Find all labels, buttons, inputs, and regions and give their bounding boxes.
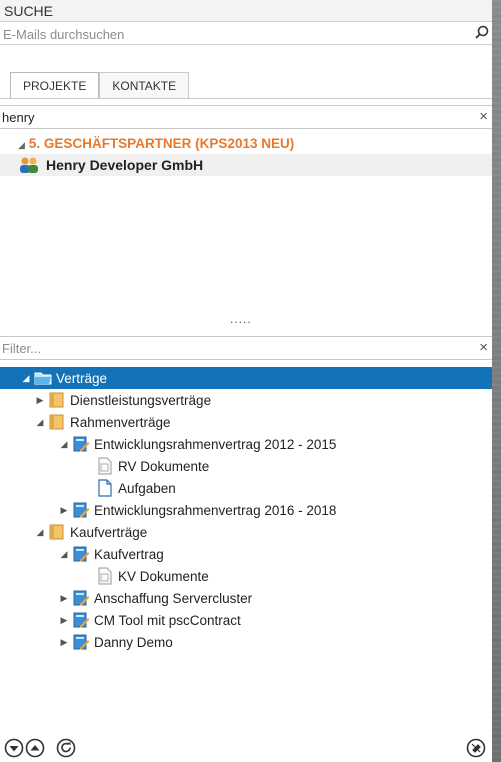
- collapse-arrow-icon[interactable]: ◢: [58, 549, 70, 560]
- contract-icon: [73, 634, 90, 650]
- result-item-label: Henry Developer GmbH: [46, 157, 204, 173]
- expand-arrow-icon[interactable]: ▶: [34, 395, 46, 406]
- tree-item-dienstleistungsvertraege[interactable]: ▶ Dienstleistungsverträge: [34, 389, 211, 411]
- tree-item-rahmenvertraege[interactable]: ◢ Rahmenverträge: [34, 411, 171, 433]
- tree-item-cm-tool[interactable]: ▶ CM Tool mit pscContract: [58, 609, 241, 631]
- tree-item-label: Kaufvertrag: [94, 546, 164, 562]
- tab-kontakte[interactable]: KONTAKTE: [99, 72, 190, 98]
- query-value: henry: [2, 110, 35, 125]
- contract-icon: [73, 546, 90, 562]
- tree-item-anschaffung-servercluster[interactable]: ▶ Anschaffung Servercluster: [58, 587, 252, 609]
- result-category[interactable]: ◢ 5. GESCHÄFTSPARTNER (KPS2013 NEU): [18, 136, 294, 151]
- tree-item-label: Entwicklungsrahmenvertrag 2012 - 2015: [94, 436, 337, 452]
- contract-icon: [73, 436, 90, 452]
- folder-open-icon: [34, 372, 52, 385]
- contract-icon: [73, 590, 90, 606]
- tree-item-label: Danny Demo: [94, 634, 173, 650]
- collapse-arrow-icon[interactable]: ◢: [34, 527, 46, 538]
- splitter-grip[interactable]: .....: [230, 312, 252, 326]
- folder-icon: [49, 524, 64, 540]
- collapse-arrow-icon[interactable]: ◢: [58, 439, 70, 450]
- bottom-toolbar: [0, 735, 492, 762]
- tab-projekte[interactable]: PROJEKTE: [10, 72, 100, 98]
- tree-item-label: Anschaffung Servercluster: [94, 590, 253, 606]
- task-icon: [98, 479, 112, 497]
- expand-arrow-icon[interactable]: ▶: [58, 593, 70, 604]
- filter-input[interactable]: Filter... ×: [0, 336, 492, 360]
- query-input[interactable]: henry ×: [0, 105, 492, 129]
- tree-item-kaufvertraege[interactable]: ◢ Kaufverträge: [34, 521, 147, 543]
- tree-item-label: Verträge: [56, 370, 108, 386]
- refresh-button[interactable]: [56, 738, 76, 758]
- expand-arrow-icon[interactable]: ▶: [58, 505, 70, 516]
- scroll-down-button[interactable]: [4, 738, 24, 758]
- document-icon: [98, 457, 112, 475]
- collapse-arrow-icon[interactable]: ◢: [18, 140, 25, 150]
- result-category-label: 5. GESCHÄFTSPARTNER (KPS2013 NEU): [28, 136, 295, 151]
- tree-item-entwicklungsrahmenvertrag-2016[interactable]: ▶ Entwicklungsrahmenvertrag 2016 - 2018: [58, 499, 336, 521]
- expand-arrow-icon[interactable]: ▶: [58, 637, 70, 648]
- search-placeholder: E-Mails durchsuchen: [3, 27, 125, 42]
- search-icon[interactable]: [474, 25, 490, 41]
- tree-item-danny-demo[interactable]: ▶ Danny Demo: [58, 631, 173, 653]
- contract-icon: [73, 502, 90, 518]
- tab-divider: [0, 98, 492, 99]
- scroll-up-button[interactable]: [25, 738, 45, 758]
- tree-item-kv-dokumente[interactable]: KV Dokumente: [82, 565, 209, 587]
- tree-item-label: Aufgaben: [118, 480, 176, 496]
- tree-item-rv-dokumente[interactable]: RV Dokumente: [82, 455, 209, 477]
- contract-icon: [73, 612, 90, 628]
- email-search-field[interactable]: E-Mails durchsuchen: [0, 23, 492, 45]
- tree-item-kaufvertrag[interactable]: ◢ Kaufvertrag: [58, 543, 164, 565]
- clear-filter-icon[interactable]: ×: [479, 339, 488, 356]
- collapse-arrow-icon[interactable]: ◢: [20, 373, 32, 384]
- panel-title: SUCHE: [0, 0, 492, 22]
- tree-item-label: KV Dokumente: [118, 568, 209, 584]
- tree-item-label: RV Dokumente: [118, 458, 210, 474]
- tree-item-aufgaben[interactable]: Aufgaben: [82, 477, 176, 499]
- tree-item-label: Dienstleistungsverträge: [70, 392, 212, 408]
- folder-icon: [49, 392, 64, 408]
- tree-item-vertraege[interactable]: ◢ Verträge: [0, 367, 492, 389]
- tree-item-entwicklungsrahmenvertrag-2012[interactable]: ◢ Entwicklungsrahmenvertrag 2012 - 2015: [58, 433, 336, 455]
- result-item[interactable]: Henry Developer GmbH: [0, 154, 492, 176]
- tree-item-label: CM Tool mit pscContract: [94, 612, 241, 628]
- folder-icon: [49, 414, 64, 430]
- filter-placeholder: Filter...: [2, 341, 42, 356]
- tree-item-label: Kaufverträge: [70, 524, 148, 540]
- document-icon: [98, 567, 112, 585]
- tab-bar: PROJEKTE KONTAKTE: [10, 72, 190, 98]
- search-panel: SUCHE E-Mails durchsuchen PROJEKTE KONTA…: [0, 0, 493, 762]
- expand-arrow-icon[interactable]: ▶: [58, 615, 70, 626]
- pin-button[interactable]: [466, 738, 486, 758]
- collapse-arrow-icon[interactable]: ◢: [34, 417, 46, 428]
- people-icon: [20, 157, 38, 173]
- tree-item-label: Entwicklungsrahmenvertrag 2016 - 2018: [94, 502, 337, 518]
- clear-query-icon[interactable]: ×: [479, 108, 488, 125]
- tree-item-label: Rahmenverträge: [70, 414, 171, 430]
